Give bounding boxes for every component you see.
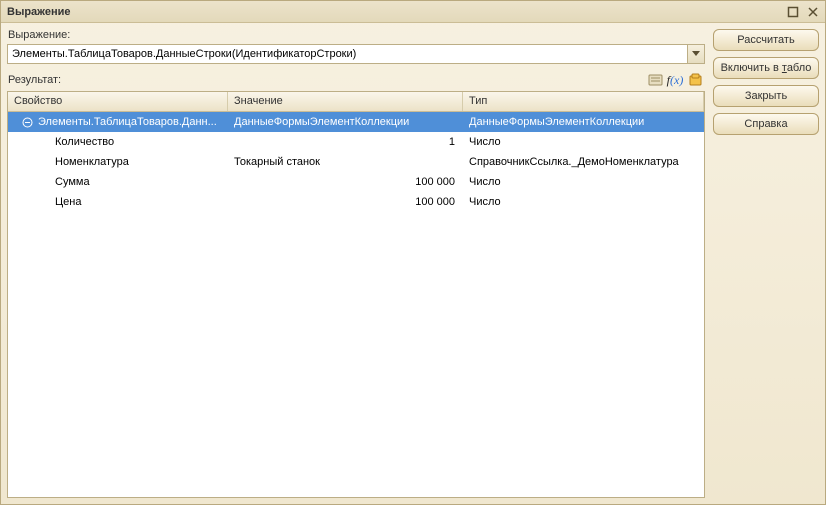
- type-cell: Число: [463, 136, 704, 148]
- expression-input[interactable]: Элементы.ТаблицаТоваров.ДанныеСтроки(Иде…: [7, 44, 688, 64]
- property-cell: Номенклатура: [55, 156, 129, 168]
- close-icon[interactable]: [805, 5, 821, 19]
- table-row[interactable]: Количество 1Число: [8, 132, 704, 152]
- expression-window: Выражение Выражение: Элементы.ТаблицаТов…: [0, 0, 826, 505]
- result-grid: Свойство Значение Тип Элементы.ТаблицаТо…: [7, 91, 705, 498]
- property-cell: Количество: [55, 136, 114, 148]
- value-cell: 100 000: [228, 176, 463, 188]
- close-button[interactable]: Закрыть: [713, 85, 819, 107]
- include-in-table-button[interactable]: Включить в табло: [713, 57, 819, 79]
- table-row[interactable]: Элементы.ТаблицаТоваров.Данн... ДанныеФор…: [8, 112, 704, 132]
- grid-body[interactable]: Элементы.ТаблицаТоваров.Данн... ДанныеФор…: [8, 112, 704, 497]
- window-title: Выражение: [7, 6, 781, 18]
- col-header-property[interactable]: Свойство: [8, 92, 228, 111]
- result-label: Результат:: [7, 74, 647, 86]
- show-in-list-icon[interactable]: [647, 72, 663, 88]
- property-cell: Элементы.ТаблицаТоваров.Данн...: [38, 116, 217, 128]
- output-icon[interactable]: [687, 72, 703, 88]
- expression-dropdown-button[interactable]: [688, 44, 705, 64]
- titlebar: Выражение: [1, 1, 825, 23]
- expression-label: Выражение:: [7, 29, 705, 41]
- table-row[interactable]: Цена 100 000Число: [8, 192, 704, 212]
- help-button[interactable]: Справка: [713, 113, 819, 135]
- value-cell: Токарный станок: [228, 156, 463, 168]
- value-cell: 100 000: [228, 196, 463, 208]
- type-cell: Число: [463, 196, 704, 208]
- collapse-icon[interactable]: [22, 117, 33, 128]
- col-header-type[interactable]: Тип: [463, 92, 704, 111]
- type-cell: СправочникСсылка._ДемоНоменклатура: [463, 156, 704, 168]
- type-cell: Число: [463, 176, 704, 188]
- value-cell: 1: [228, 136, 463, 148]
- property-cell: Сумма: [55, 176, 90, 188]
- col-header-value[interactable]: Значение: [228, 92, 463, 111]
- property-cell: Цена: [55, 196, 81, 208]
- value-cell: ДанныеФормыЭлементКоллекции: [228, 116, 463, 128]
- calculate-button[interactable]: Рассчитать: [713, 29, 819, 51]
- table-row[interactable]: Номенклатура Токарный станокСправочникСсы…: [8, 152, 704, 172]
- table-row[interactable]: Сумма 100 000Число: [8, 172, 704, 192]
- fx-icon[interactable]: f(x): [667, 72, 683, 88]
- type-cell: ДанныеФормыЭлементКоллекции: [463, 116, 704, 128]
- maximize-icon[interactable]: [785, 5, 801, 19]
- grid-header: Свойство Значение Тип: [8, 92, 704, 112]
